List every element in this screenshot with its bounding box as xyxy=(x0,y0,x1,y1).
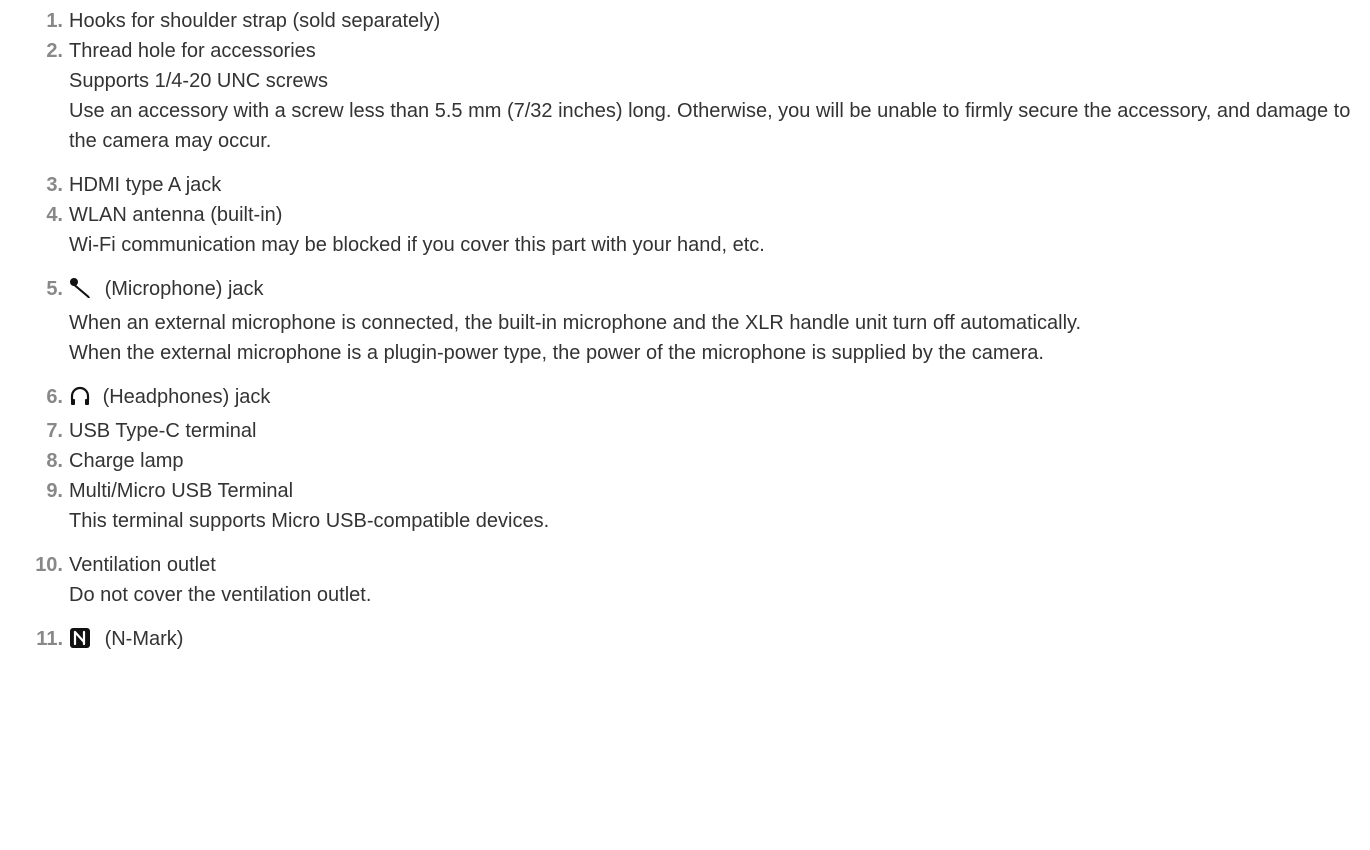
part-description: When an external microphone is connected… xyxy=(69,312,1082,334)
part-number: 4. xyxy=(46,204,63,226)
part-item-wlan-antenna: 4. WLAN antenna (built-in) Wi-Fi communi… xyxy=(0,200,1370,260)
part-number: 6. xyxy=(46,386,63,408)
part-description: When the external microphone is a plugin… xyxy=(69,342,1044,364)
part-label: Charge lamp xyxy=(69,450,184,472)
part-item-thread-hole: 2. Thread hole for accessories Supports … xyxy=(0,36,1370,156)
part-number: 7. xyxy=(46,420,63,442)
part-label: Hooks for shoulder strap (sold separatel… xyxy=(69,10,441,32)
part-item-multi-micro-usb: 9. Multi/Micro USB Terminal This termina… xyxy=(0,476,1370,536)
part-label: Multi/Micro USB Terminal xyxy=(69,480,294,502)
headphones-icon xyxy=(69,385,91,416)
part-number: 1. xyxy=(46,10,63,32)
part-item-n-mark: 11. (N-Mark) xyxy=(0,624,1370,658)
part-description: Do not cover the ventilation outlet. xyxy=(69,584,372,606)
part-label: Thread hole for accessories xyxy=(69,40,316,62)
part-description: Supports 1/4-20 UNC screws xyxy=(69,70,328,92)
part-number: 2. xyxy=(46,40,63,62)
part-number: 10. xyxy=(35,554,63,576)
part-number: 9. xyxy=(46,480,63,502)
part-label: Ventilation outlet xyxy=(69,554,216,576)
part-item-ventilation-outlet: 10. Ventilation outlet Do not cover the … xyxy=(0,550,1370,610)
part-item-microphone-jack: 5. (Microphone) jack When an external mi… xyxy=(0,274,1370,368)
part-label: WLAN antenna (built-in) xyxy=(69,204,283,226)
part-label: HDMI type A jack xyxy=(69,174,222,196)
part-label: (Microphone) jack xyxy=(104,278,264,300)
part-number: 11. xyxy=(36,628,63,650)
part-description: Use an accessory with a screw less than … xyxy=(69,100,1351,152)
part-item-charge-lamp: 8. Charge lamp xyxy=(0,446,1370,476)
part-item-hdmi: 3. HDMI type A jack xyxy=(0,170,1370,200)
part-description: Wi-Fi communication may be blocked if yo… xyxy=(69,234,765,256)
part-item-usb-type-c: 7. USB Type-C terminal xyxy=(0,416,1370,446)
part-number: 3. xyxy=(46,174,63,196)
part-label: (Headphones) jack xyxy=(102,386,271,408)
n-mark-icon xyxy=(69,627,93,658)
part-item-hooks: 1. Hooks for shoulder strap (sold separa… xyxy=(0,6,1370,36)
part-label: (N-Mark) xyxy=(104,628,184,650)
part-item-headphones-jack: 6. (Headphones) jack xyxy=(0,382,1370,416)
part-number: 8. xyxy=(46,450,63,472)
part-number: 5. xyxy=(46,278,63,300)
parts-list: 1. Hooks for shoulder strap (sold separa… xyxy=(0,6,1370,658)
microphone-icon xyxy=(69,277,93,308)
part-description: This terminal supports Micro USB-compati… xyxy=(69,510,550,532)
part-label: USB Type-C terminal xyxy=(69,420,257,442)
